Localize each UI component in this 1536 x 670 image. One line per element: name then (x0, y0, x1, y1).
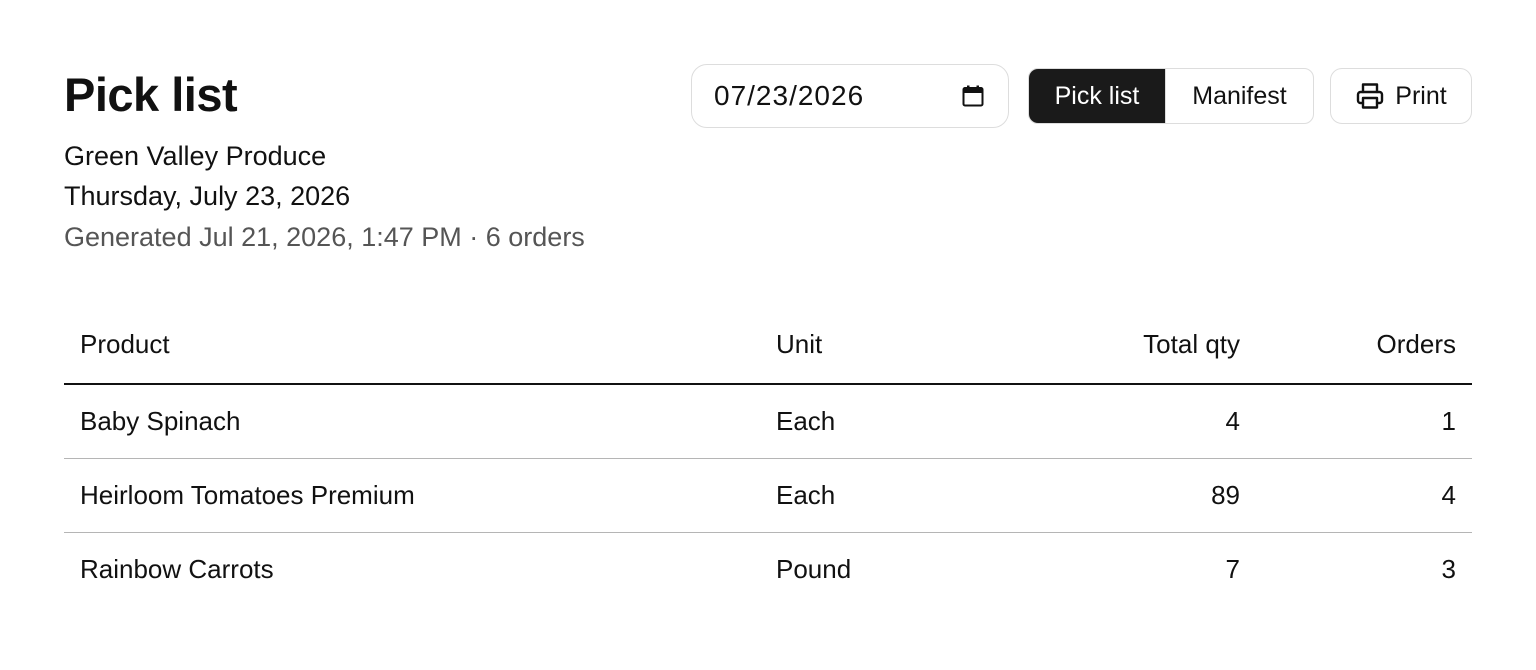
calendar-icon[interactable] (960, 83, 986, 109)
pick-list-page: Pick list Green Valley Produce Thursday,… (64, 0, 1472, 670)
table-header-row: Product Unit Total qty Orders (64, 306, 1472, 385)
table-row: Rainbow Carrots Pound 7 3 (64, 533, 1472, 607)
date-input[interactable]: 07/23/2026 (691, 64, 1009, 128)
unit-cell: Pound (776, 554, 852, 584)
table-row: Heirloom Tomatoes Premium Each 89 4 (64, 458, 1472, 533)
column-header-orders: Orders (1256, 306, 1472, 385)
pick-list-table: Product Unit Total qty Orders Baby Spina… (64, 306, 1472, 606)
manifest-toggle-button[interactable]: Manifest (1165, 69, 1313, 123)
page-title: Pick list (64, 68, 238, 121)
pick-list-toggle-button[interactable]: Pick list (1029, 69, 1165, 123)
column-header-unit: Unit (760, 306, 980, 385)
column-header-product: Product (64, 306, 760, 385)
product-cell: Rainbow Carrots (80, 554, 274, 584)
pick-date: Thursday, July 23, 2026 (64, 181, 351, 211)
total-qty-cell: 89 (980, 458, 1256, 533)
product-cell: Baby Spinach (64, 384, 760, 459)
supplier-name: Green Valley Produce (64, 141, 327, 171)
date-input-value[interactable]: 07/23/2026 (714, 80, 960, 112)
view-toggle: Pick list Manifest (1028, 68, 1314, 124)
print-button[interactable]: Print (1330, 68, 1472, 124)
unit-cell: Each (760, 384, 980, 459)
generated-info: Generated Jul 21, 2026, 1:47 PM · 6 orde… (64, 222, 585, 252)
unit-cell: Each (760, 458, 980, 533)
table-row: Baby Spinach Each 4 1 (64, 384, 1472, 459)
orders-cell: 1 (1256, 384, 1472, 459)
product-cell: Heirloom Tomatoes Premium (64, 458, 760, 533)
orders-cell: 4 (1256, 458, 1472, 533)
column-header-total-qty: Total qty (980, 306, 1256, 385)
total-qty-cell: 7 (1225, 554, 1240, 584)
print-button-label: Print (1395, 81, 1447, 110)
printer-icon (1355, 81, 1385, 111)
orders-cell: 3 (1441, 554, 1456, 584)
total-qty-cell: 4 (980, 384, 1256, 459)
